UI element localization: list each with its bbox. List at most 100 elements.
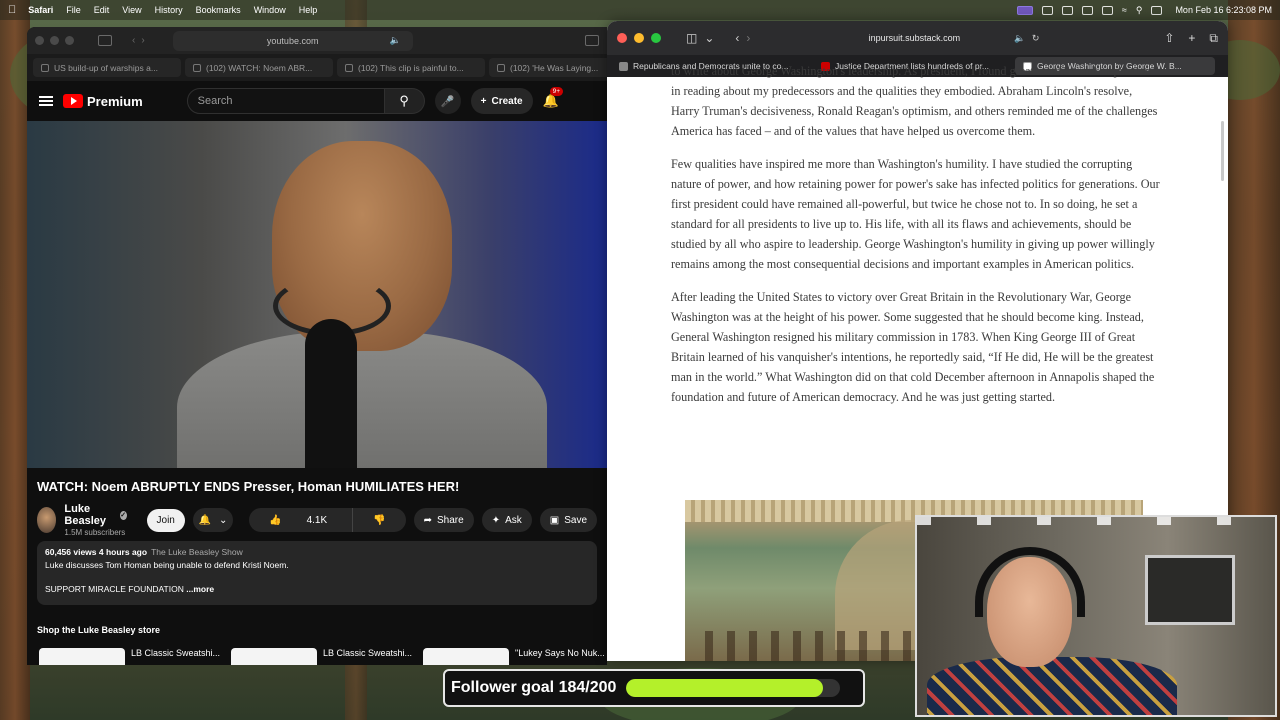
follower-goal-label: Follower goal 184/200 (451, 679, 617, 696)
left-toolbar: ‹ › youtube.com 🔈 (27, 27, 607, 54)
sidebar-toggle-icon[interactable] (98, 35, 112, 46)
show-more-link[interactable]: ...more (186, 584, 214, 594)
extension-icon[interactable] (1061, 5, 1073, 15)
control-center-icon[interactable] (1151, 5, 1163, 15)
back-icon[interactable]: ‹ (132, 35, 135, 46)
bell-icon: 🔔 (198, 514, 212, 526)
forward-icon[interactable]: › (746, 31, 750, 45)
product-thumbnail (423, 648, 509, 665)
close-window-button[interactable] (617, 33, 627, 43)
dislike-button[interactable]: 👎 (352, 508, 405, 532)
search-input[interactable]: Search (186, 88, 385, 114)
product-title: LB Classic Sweatshi... (323, 648, 413, 658)
ask-label: Ask (505, 514, 522, 526)
notification-badge: 9+ (549, 87, 564, 96)
menu-clock[interactable]: Mon Feb 16 6:23:08 PM (1175, 5, 1272, 15)
youtube-logo[interactable]: Premium (63, 94, 143, 109)
status-icon[interactable] (1041, 5, 1053, 15)
screen-recorder-icon[interactable] (1016, 5, 1033, 15)
thumbs-up-icon: 👍 (269, 514, 282, 526)
product-title: LB Classic Sweatshi... (131, 648, 221, 658)
menu-history[interactable]: History (155, 5, 183, 15)
channel-name[interactable]: Luke Beasley (64, 503, 116, 527)
battery-icon[interactable] (1101, 5, 1113, 15)
tab-favicon (619, 61, 628, 71)
wifi-icon[interactable]: ≈ (1122, 5, 1127, 15)
voice-search-button[interactable]: 🎤 (434, 88, 461, 114)
scrollbar[interactable] (1221, 121, 1224, 181)
store-shelf: LB Classic Sweatshi... LB Classic Sweats… (39, 648, 607, 665)
video-description[interactable]: 60,456 views 4 hours ago The Luke Beasley… (37, 541, 597, 605)
notifications-button[interactable]: 🔔 9+ (543, 87, 564, 109)
tab-noem-video[interactable]: (102) WATCH: Noem ABR... (185, 58, 333, 77)
channel-hashtag[interactable]: The Luke Beasley Show (151, 547, 243, 557)
description-line: SUPPORT MIRACLE FOUNDATION (45, 584, 184, 594)
tab-painful-clip[interactable]: (102) This clip is painful to... (337, 58, 485, 77)
back-icon[interactable]: ‹ (735, 31, 739, 45)
channel-info: Luke Beasley ✓ 1.5M subscribers (64, 503, 127, 537)
article-paragraph: to write about George Washington's leade… (671, 64, 1158, 138)
address-bar[interactable]: inpursuit.substack.com 🔈 ↻ (789, 27, 1040, 49)
tab-label: (102) 'He Was Laying... (510, 62, 599, 73)
channel-avatar[interactable] (37, 507, 57, 533)
share-button[interactable]: ➦ Share (413, 508, 474, 532)
save-label: Save (564, 514, 588, 526)
forward-icon[interactable]: › (141, 35, 144, 46)
menu-app[interactable]: Safari (28, 5, 53, 15)
menu-icon[interactable] (39, 96, 53, 106)
ask-button[interactable]: ✦ Ask (481, 508, 532, 532)
thumbs-down-icon: 👎 (373, 514, 386, 526)
menu-bookmarks[interactable]: Bookmarks (196, 5, 241, 15)
tab-overview-icon[interactable]: ⧉ (1209, 31, 1218, 46)
save-button[interactable]: ▣ Save (539, 508, 598, 532)
video-frame-microphone (305, 319, 357, 468)
settings-icon[interactable] (1081, 5, 1093, 15)
reload-icon[interactable]: ↻ (1032, 33, 1040, 44)
subscribe-notifications-button[interactable]: 🔔 ⌄ (192, 508, 234, 532)
product-thumbnail (39, 648, 125, 665)
video-player[interactable] (27, 121, 607, 468)
audio-playing-icon[interactable]: 🔈 (1014, 33, 1025, 44)
tab-warships[interactable]: US build-up of warships a... (33, 58, 181, 77)
menu-view[interactable]: View (122, 5, 141, 15)
store-item[interactable]: LB Classic Sweatshi... (231, 648, 417, 665)
sidebar-toggle-icon[interactable]: ◫ (686, 31, 697, 45)
zoom-window-button[interactable] (651, 33, 661, 43)
like-dislike-group: 👍 4.1K 👎 (249, 508, 406, 532)
spotlight-search-icon[interactable]: ⚲ (1136, 5, 1143, 16)
menu-help[interactable]: Help (299, 5, 318, 15)
close-window-button[interactable] (35, 36, 44, 45)
zoom-window-button[interactable] (65, 36, 74, 45)
audio-playing-icon[interactable]: 🔈 (389, 35, 400, 46)
new-tab-icon[interactable]: + (1188, 31, 1195, 46)
plus-icon: + (480, 95, 487, 107)
article-paragraph: After leading the United States to victo… (671, 290, 1155, 404)
youtube-play-icon (63, 94, 83, 108)
webcam-frame-decoration (917, 517, 1275, 525)
store-item[interactable]: "Lukey Says No Nuk... (423, 648, 607, 665)
microphone-icon: 🎤 (440, 95, 455, 108)
store-item[interactable]: LB Classic Sweatshi... (39, 648, 225, 665)
address-bar[interactable]: youtube.com 🔈 (172, 30, 413, 51)
apple-icon[interactable]:  (8, 4, 16, 16)
share-icon[interactable]: ⇧ (1164, 31, 1174, 46)
minimize-window-button[interactable] (634, 33, 644, 43)
menu-edit[interactable]: Edit (94, 5, 110, 15)
bookmark-icon: ▣ (549, 514, 560, 526)
like-button[interactable]: 👍 4.1K (249, 508, 347, 532)
share-icon[interactable] (585, 35, 599, 46)
store-heading: Shop the Luke Beasley store (37, 625, 161, 635)
article-paragraph: Few qualities have inspired me more than… (671, 157, 1160, 271)
create-button[interactable]: + Create (470, 88, 533, 114)
search-button[interactable]: ⚲ (384, 88, 425, 114)
article-body: to write about George Washington's leade… (671, 64, 1161, 420)
minimize-window-button[interactable] (50, 36, 59, 45)
left-tab-bar: US build-up of warships a... (102) WATCH… (27, 54, 607, 81)
tab-he-was-laying[interactable]: (102) 'He Was Laying... (489, 58, 607, 77)
webcam-overlay (915, 515, 1277, 717)
chevron-down-icon[interactable]: ⌄ (704, 31, 714, 45)
webcam-room-window (1145, 555, 1235, 625)
menu-file[interactable]: File (66, 5, 81, 15)
menu-window[interactable]: Window (254, 5, 286, 15)
join-button[interactable]: Join (146, 508, 185, 532)
